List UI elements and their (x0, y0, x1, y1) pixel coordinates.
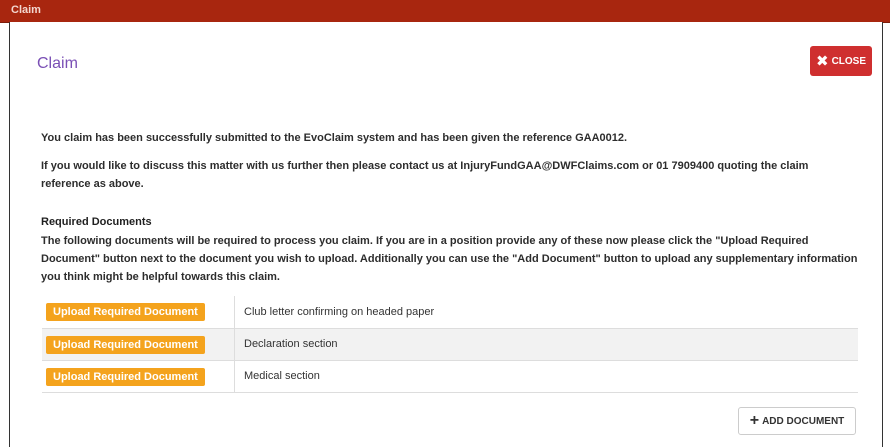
close-button[interactable]: ✖ CLOSE (810, 46, 872, 76)
close-button-label: CLOSE (831, 55, 867, 67)
table-row: Upload Required Document Declaration sec… (42, 328, 858, 361)
document-name: Declaration section (234, 328, 858, 361)
window-title: Claim (11, 4, 41, 16)
upload-required-document-button[interactable]: Upload Required Document (46, 367, 205, 386)
window-titlebar: Claim (0, 0, 890, 23)
success-message: You claim has been successfully submitte… (41, 132, 628, 144)
plus-icon: + (749, 412, 760, 429)
required-documents-heading: Required Documents (41, 216, 152, 228)
dialog-title: Claim (37, 55, 78, 72)
add-document-label: ADD DOCUMENT (762, 415, 845, 427)
close-x-icon: ✖ (815, 52, 829, 70)
upload-required-document-button[interactable]: Upload Required Document (46, 335, 205, 354)
table-row: Upload Required Document Medical section (42, 360, 858, 393)
required-documents-table: Upload Required Document Club letter con… (42, 296, 858, 393)
add-document-button[interactable]: + ADD DOCUMENT (738, 407, 856, 435)
contact-message: If you would like to discuss this matter… (41, 160, 809, 190)
upload-required-document-button[interactable]: Upload Required Document (46, 303, 205, 322)
document-name: Medical section (234, 360, 858, 393)
required-documents-description: The following documents will be required… (41, 235, 858, 283)
table-row: Upload Required Document Club letter con… (42, 296, 858, 329)
document-name: Club letter confirming on headed paper (234, 296, 858, 329)
